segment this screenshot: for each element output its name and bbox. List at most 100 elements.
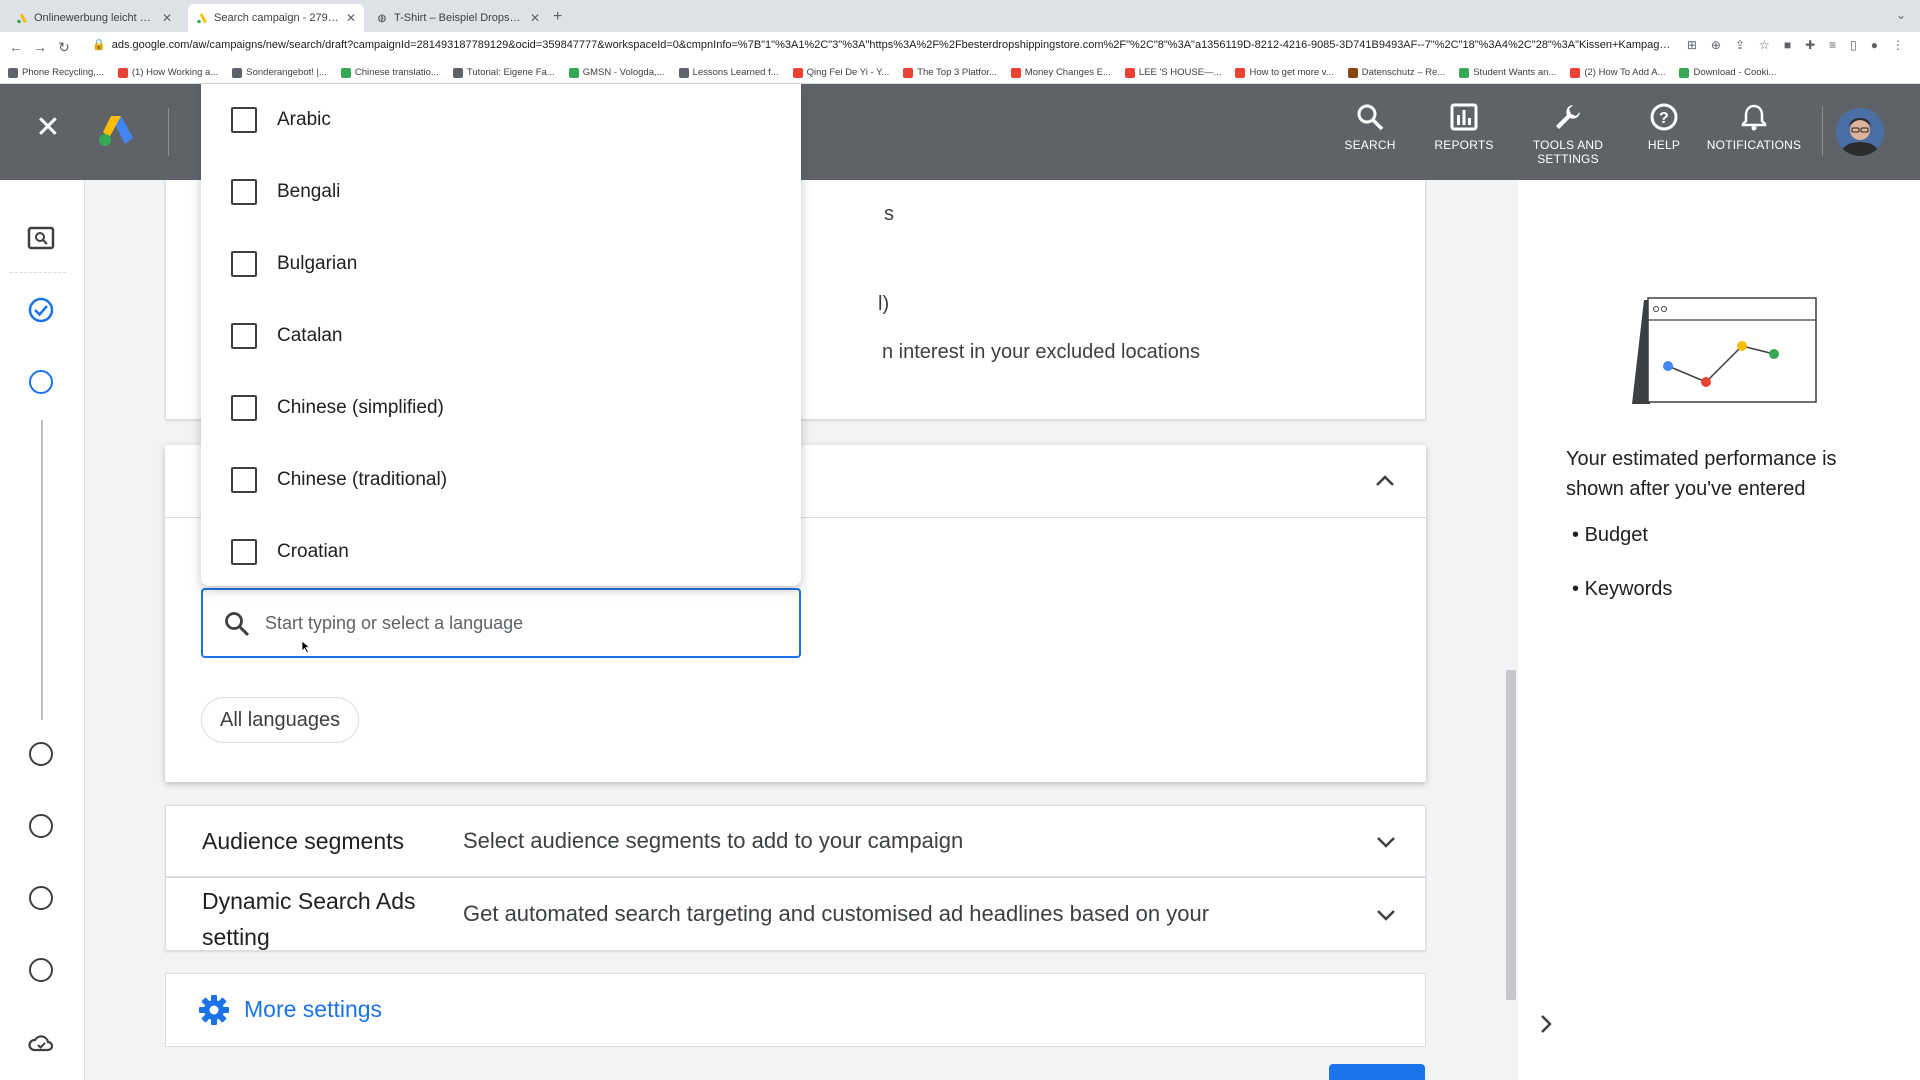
mouse-cursor-icon [301, 640, 311, 654]
bookmark-label: Lessons Learned f... [692, 67, 779, 78]
close-tab-icon[interactable]: ✕ [162, 11, 172, 25]
bookmark-item[interactable]: LEE 'S HOUSE—... [1124, 67, 1221, 78]
bookmark-item[interactable]: Sonderangebot! |... [232, 67, 327, 78]
close-tab-icon[interactable]: ✕ [530, 11, 540, 25]
cloud-save-icon[interactable] [27, 1030, 55, 1058]
reload-icon[interactable]: ↻ [52, 39, 76, 56]
google-ads-logo-icon[interactable] [98, 114, 134, 148]
checkbox[interactable] [231, 107, 257, 133]
tab-search-chevron-icon[interactable]: ⌄ [1896, 8, 1906, 22]
header-notifications-button[interactable]: NOTIFICATIONS [1704, 102, 1804, 152]
share-icon[interactable]: ⇪ [1735, 38, 1745, 52]
bookmark-label: GMSN - Vologda,... [582, 67, 665, 78]
header-reports-button[interactable]: REPORTS [1414, 102, 1514, 152]
bookmark-label: Download - Cooki... [1693, 67, 1777, 78]
bookmark-item[interactable]: The Top 3 Platfor... [903, 67, 997, 78]
bookmark-favicon-icon [1347, 67, 1358, 78]
bookmark-favicon-icon [232, 67, 243, 78]
locations-text-fragment: n interest in your excluded locations [882, 341, 1200, 363]
more-settings-row[interactable]: More settings [165, 973, 1426, 1047]
dynamic-search-ads-row[interactable]: Dynamic Search Ads setting Get automated… [165, 877, 1426, 951]
bookmark-favicon-icon [340, 67, 351, 78]
browser-tab[interactable]: ◍ T-Shirt – Beispiel Dropshipping ✕ [368, 4, 548, 32]
bookmark-favicon-icon [1124, 67, 1135, 78]
bookmark-label: Sonderangebot! |... [246, 67, 327, 78]
sidepanel-icon[interactable]: ▯ [1850, 38, 1857, 52]
browser-tab[interactable]: Onlinewerbung leicht gemacht ✕ [8, 4, 180, 32]
lock-icon: 🔒 [92, 39, 106, 51]
translate-icon[interactable]: ⊞ [1687, 38, 1697, 52]
close-tab-icon[interactable]: ✕ [346, 11, 356, 25]
bookmark-item[interactable]: Datenschutz – Re... [1347, 67, 1445, 78]
header-tools-button[interactable]: TOOLS AND SETTINGS [1518, 102, 1618, 166]
language-option-catalan[interactable]: Catalan [201, 300, 801, 372]
bookmark-item[interactable]: GMSN - Vologda,... [568, 67, 665, 78]
language-search-input[interactable]: Start typing or select a language [201, 588, 801, 658]
language-option-bulgarian[interactable]: Bulgarian [201, 228, 801, 300]
menu-dots-icon[interactable]: ⋮ [1892, 38, 1904, 52]
step-circle-icon[interactable] [29, 886, 53, 910]
checkbox[interactable] [231, 179, 257, 205]
profile-icon[interactable]: ● [1871, 38, 1878, 52]
puzzle-icon[interactable]: ✚ [1805, 38, 1815, 52]
step-circle-icon[interactable] [29, 814, 53, 838]
step-circle-icon[interactable] [29, 742, 53, 766]
bookmark-item[interactable]: (2) How To Add A... [1570, 67, 1665, 78]
bookmark-item[interactable]: Download - Cooki... [1679, 67, 1776, 78]
bookmark-item[interactable]: Qing Fei De Yi - Y... [792, 67, 889, 78]
bookmark-item[interactable]: Phone Recycling,... [8, 67, 104, 78]
header-help-button[interactable]: ? HELP [1614, 102, 1714, 152]
language-search-placeholder: Start typing or select a language [265, 613, 524, 633]
checkbox[interactable] [231, 251, 257, 277]
step-circle-icon[interactable] [29, 958, 53, 982]
campaign-search-icon[interactable] [27, 224, 55, 252]
more-settings-label: More settings [244, 996, 383, 1022]
language-option-bengali[interactable]: Bengali [201, 156, 801, 228]
checkbox[interactable] [231, 539, 257, 565]
bookmark-item[interactable]: Lessons Learned f... [678, 67, 779, 78]
forward-arrow-icon[interactable]: → [28, 39, 52, 55]
chevron-right-icon[interactable] [1534, 1012, 1558, 1036]
language-option-chinese-traditional[interactable]: Chinese (traditional) [201, 444, 801, 516]
all-languages-chip[interactable]: All languages [201, 697, 360, 743]
header-nav-label: REPORTS [1434, 138, 1494, 152]
bookmark-label: How to get more v... [1249, 67, 1334, 78]
language-option-chinese-simplified[interactable]: Chinese (simplified) [201, 372, 801, 444]
checkbox[interactable] [231, 467, 257, 493]
next-button[interactable] [1329, 1064, 1425, 1080]
chevron-down-icon[interactable] [1374, 830, 1398, 854]
language-option-arabic[interactable]: Arabic [201, 84, 801, 156]
step-complete-check-icon[interactable] [27, 296, 55, 324]
bookmark-label: Chinese translatio... [354, 67, 439, 78]
chevron-down-icon[interactable] [1374, 903, 1398, 927]
bullet-label: Budget [1584, 524, 1648, 546]
new-tab-icon[interactable]: + [553, 8, 562, 26]
back-arrow-icon[interactable]: ← [4, 39, 28, 55]
bookmark-item[interactable]: Money Changes E... [1010, 67, 1111, 78]
reading-list-icon[interactable]: ≡ [1829, 38, 1836, 52]
header-divider [1822, 106, 1823, 156]
bookmark-star-icon[interactable]: ☆ [1759, 38, 1770, 52]
close-icon[interactable]: ✕ [32, 112, 64, 144]
bookmark-item[interactable]: Tutorial: Eigene Fa... [452, 67, 555, 78]
bookmark-item[interactable]: (1) How Working a... [117, 67, 218, 78]
main-scrollbar[interactable] [1506, 670, 1516, 1000]
audience-segments-row[interactable]: Audience segments Select audience segmen… [165, 805, 1426, 877]
browser-toolbar-icons: ⊞ ⊕ ⇪ ☆ ■ ✚ ≡ ▯ ● ⋮ [1687, 38, 1904, 52]
avatar[interactable] [1836, 108, 1884, 156]
language-option-croatian[interactable]: Croatian [201, 516, 801, 586]
checkbox[interactable] [231, 395, 257, 421]
chevron-up-icon[interactable] [1373, 469, 1397, 493]
bookmark-item[interactable]: How to get more v... [1235, 67, 1334, 78]
header-search-button[interactable]: SEARCH [1320, 102, 1420, 152]
wrench-icon [1556, 105, 1580, 129]
browser-tab-active[interactable]: Search campaign - 279-560-1 ✕ [188, 4, 364, 32]
bookmark-item[interactable]: Chinese translatio... [340, 67, 439, 78]
youtube-favicon-icon [792, 67, 803, 78]
bookmark-item[interactable]: Student Wants an... [1459, 67, 1556, 78]
extension-icon[interactable]: ■ [1784, 38, 1791, 52]
zoom-icon[interactable]: ⊕ [1711, 38, 1721, 52]
checkbox[interactable] [231, 323, 257, 349]
url-field[interactable]: 🔒 ads.google.com/aw/campaigns/new/search/… [92, 38, 1672, 56]
step-current-circle-icon[interactable] [29, 370, 53, 394]
